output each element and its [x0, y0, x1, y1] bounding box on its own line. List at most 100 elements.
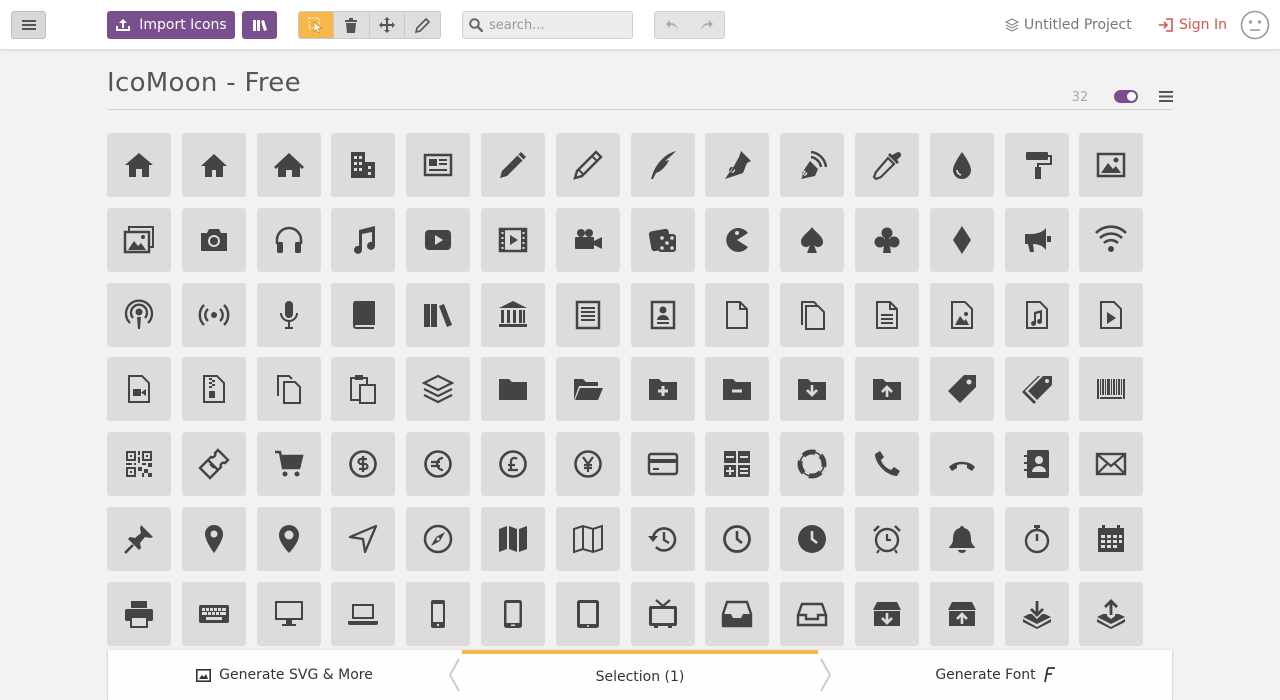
icon-tile-bullhorn[interactable]: [1004, 207, 1069, 272]
icon-tile-tv[interactable]: [630, 581, 695, 646]
icon-tile-printer[interactable]: [107, 581, 171, 646]
icon-tile-play[interactable]: [406, 207, 471, 272]
icon-tile-copy[interactable]: [256, 357, 321, 422]
icon-tile-phone-hang-up[interactable]: [929, 432, 994, 497]
icon-tile-home[interactable]: [107, 133, 171, 197]
icon-tile-box-remove[interactable]: [929, 581, 994, 646]
icon-tile-folder-open[interactable]: [555, 357, 620, 422]
icon-tile-coin-pound[interactable]: [480, 432, 545, 497]
icon-tile-pacman[interactable]: [705, 207, 770, 272]
set-visibility-toggle[interactable]: [1114, 90, 1138, 103]
icon-tile-bell[interactable]: [929, 506, 994, 571]
icon-tile-spades[interactable]: [780, 207, 845, 272]
icon-tile-droplet[interactable]: [929, 133, 994, 197]
icon-tile-podcast[interactable]: [107, 282, 171, 347]
icon-tile-display[interactable]: [256, 581, 321, 646]
icon-tile-coin-yen[interactable]: [555, 432, 620, 497]
icon-tile-images[interactable]: [107, 207, 171, 272]
icon-tile-library[interactable]: [480, 282, 545, 347]
icon-tile-alarm[interactable]: [854, 506, 919, 571]
move-tool-button[interactable]: [369, 12, 405, 38]
icon-tile-history[interactable]: [630, 506, 695, 571]
icon-tile-price-tags[interactable]: [1004, 357, 1069, 422]
icon-tile-file-text[interactable]: [555, 282, 620, 347]
edit-tool-button[interactable]: [404, 12, 440, 38]
icon-tile-drawer[interactable]: [705, 581, 770, 646]
icon-tile-clock[interactable]: [705, 506, 770, 571]
icon-tile-clubs[interactable]: [854, 207, 919, 272]
icon-tile-credit-card[interactable]: [630, 432, 695, 497]
icon-tile-camera[interactable]: [181, 207, 246, 272]
icon-tile-folder[interactable]: [480, 357, 545, 422]
icon-tile-pen[interactable]: [705, 133, 770, 197]
icon-tile-lifebuoy[interactable]: [780, 432, 845, 497]
icon-tile-phone[interactable]: [854, 432, 919, 497]
icon-tile-barcode[interactable]: [1079, 357, 1144, 422]
icon-tile-home2[interactable]: [181, 133, 246, 197]
icon-tile-file-play[interactable]: [1079, 282, 1144, 347]
icon-tile-folder-download[interactable]: [780, 357, 845, 422]
icon-tile-pencil2[interactable]: [555, 133, 620, 197]
icon-tile-qrcode[interactable]: [107, 432, 171, 497]
icon-tile-paste[interactable]: [331, 357, 396, 422]
icon-tile-envelop[interactable]: [1079, 432, 1144, 497]
icon-tile-stopwatch[interactable]: [1004, 506, 1069, 571]
icon-tile-folder-minus[interactable]: [705, 357, 770, 422]
icon-tile-pushpin[interactable]: [107, 506, 171, 571]
icon-tile-video-camera[interactable]: [555, 207, 620, 272]
icon-tile-quill[interactable]: [630, 133, 695, 197]
icon-tile-file-text2[interactable]: [854, 282, 919, 347]
icon-tile-address-book[interactable]: [1004, 432, 1069, 497]
icon-tile-dice[interactable]: [630, 207, 695, 272]
icon-tile-folder-plus[interactable]: [630, 357, 695, 422]
icon-tile-file-video[interactable]: [107, 357, 171, 422]
icon-tile-profile[interactable]: [630, 282, 695, 347]
icon-tile-laptop[interactable]: [331, 581, 396, 646]
icon-tile-download[interactable]: [1004, 581, 1069, 646]
search-input[interactable]: [489, 17, 619, 33]
icon-tile-image[interactable]: [1079, 133, 1144, 197]
icon-tile-feed[interactable]: [181, 282, 246, 347]
sign-in-link[interactable]: Sign In: [1158, 15, 1227, 35]
icon-tile-tablet[interactable]: [555, 581, 620, 646]
redo-button[interactable]: [690, 12, 725, 38]
avatar[interactable]: [1240, 10, 1270, 40]
icon-tile-file-music[interactable]: [1004, 282, 1069, 347]
icon-tile-folder-upload[interactable]: [854, 357, 919, 422]
icon-tile-file-picture[interactable]: [929, 282, 994, 347]
icon-tile-map2[interactable]: [555, 506, 620, 571]
icon-tile-clock2[interactable]: [780, 506, 845, 571]
icon-tile-files-empty[interactable]: [780, 282, 845, 347]
icon-tile-price-tag[interactable]: [929, 357, 994, 422]
icon-tile-map[interactable]: [480, 506, 545, 571]
icon-tile-office[interactable]: [331, 133, 396, 197]
undo-button[interactable]: [655, 12, 690, 38]
generate-font-button[interactable]: Generate Font: [818, 650, 1173, 700]
icon-tile-books[interactable]: [406, 282, 471, 347]
icon-tile-file-empty[interactable]: [705, 282, 770, 347]
icon-size-value[interactable]: 32: [1066, 90, 1094, 105]
icon-tile-calendar[interactable]: [1079, 506, 1144, 571]
library-button[interactable]: [242, 11, 277, 39]
select-tool-button[interactable]: [299, 12, 335, 38]
set-menu-icon[interactable]: [1159, 90, 1173, 103]
icon-tile-home3[interactable]: [256, 133, 321, 197]
icon-tile-file-zip[interactable]: [181, 357, 246, 422]
icon-tile-box-add[interactable]: [854, 581, 919, 646]
icon-tile-mic[interactable]: [256, 282, 321, 347]
main-menu-button[interactable]: [11, 11, 46, 39]
icon-tile-stack[interactable]: [406, 357, 471, 422]
icon-tile-headphones[interactable]: [256, 207, 321, 272]
icon-tile-music[interactable]: [331, 207, 396, 272]
icon-tile-location[interactable]: [181, 506, 246, 571]
icon-tile-mobile[interactable]: [406, 581, 471, 646]
icon-tile-mobile2[interactable]: [480, 581, 545, 646]
icon-tile-cart[interactable]: [256, 432, 321, 497]
icon-tile-paint-format[interactable]: [1004, 133, 1069, 197]
selection-tab[interactable]: Selection (1): [462, 650, 818, 700]
icon-tile-eyedropper[interactable]: [854, 133, 919, 197]
icon-tile-pencil[interactable]: [480, 133, 545, 197]
icon-tile-book[interactable]: [331, 282, 396, 347]
icon-tile-drawer2[interactable]: [780, 581, 845, 646]
icon-tile-coin-euro[interactable]: [406, 432, 471, 497]
